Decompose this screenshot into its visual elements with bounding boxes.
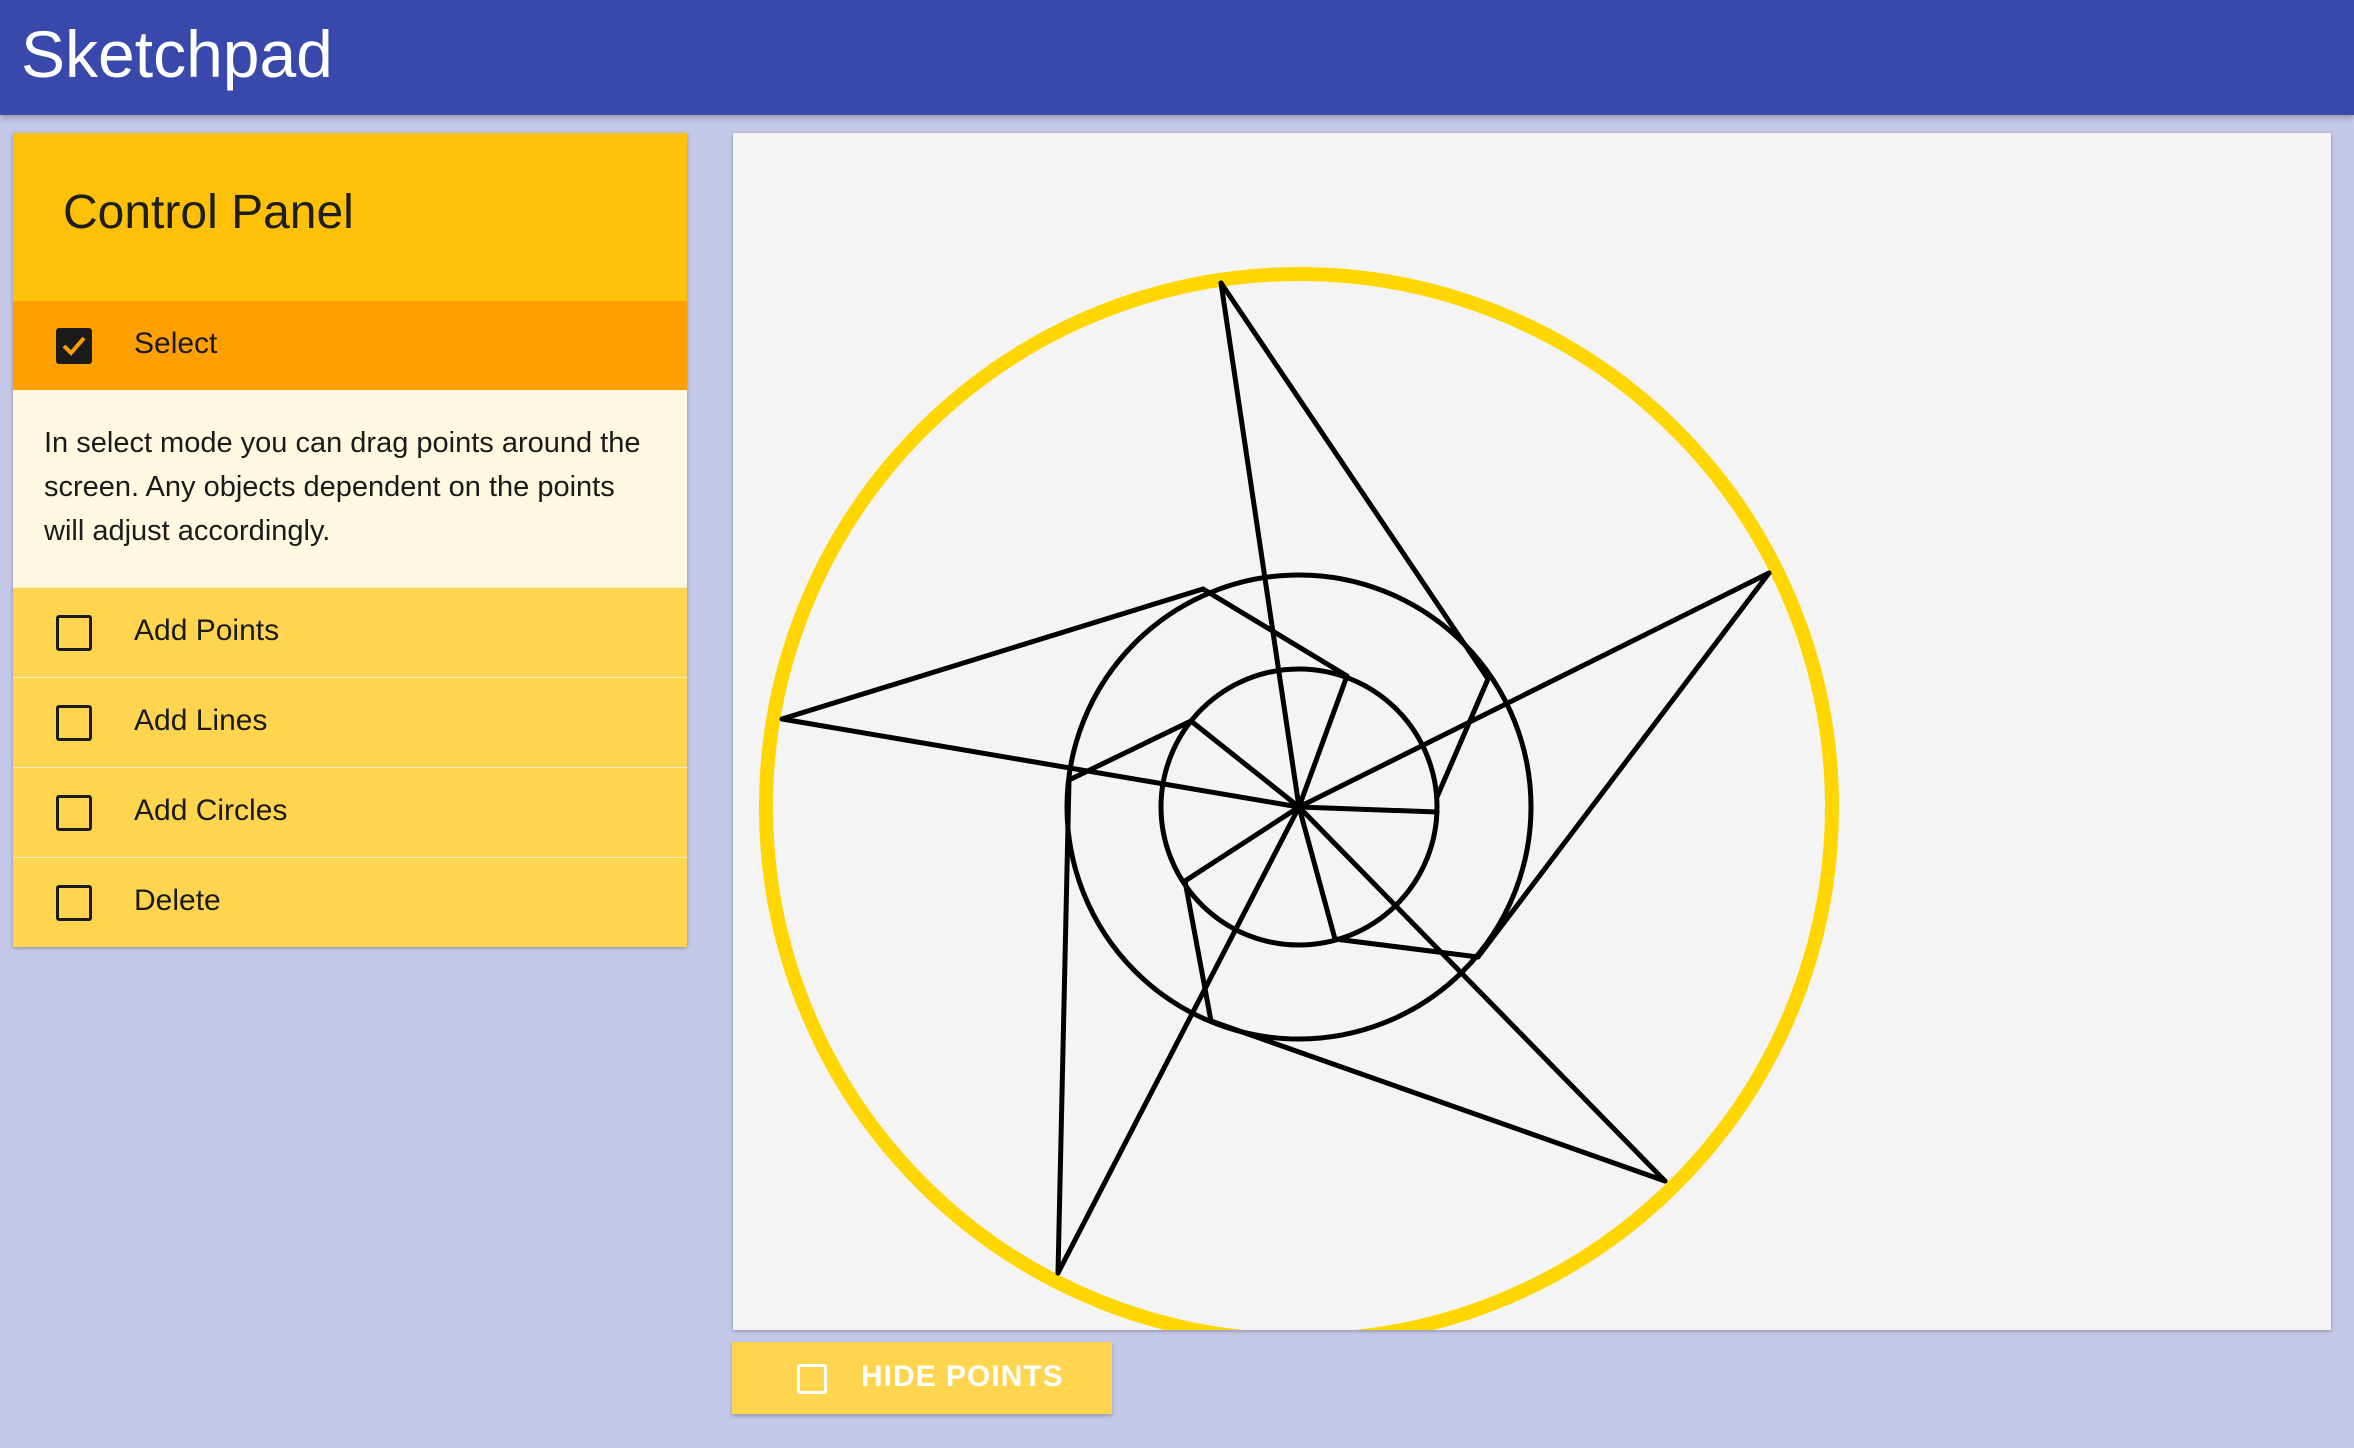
line[interactable] (1055, 777, 1072, 1276)
drawing-canvas[interactable] (733, 133, 2331, 1330)
mode-description: In select mode you can drag points aroun… (13, 390, 687, 587)
checkmark-icon (62, 336, 86, 356)
line[interactable] (1296, 804, 1668, 1184)
mode-delete[interactable]: Delete (13, 857, 687, 947)
add-circles-checkbox[interactable] (56, 795, 92, 831)
add-lines-checkbox[interactable] (56, 705, 92, 741)
control-panel: Control Panel Select In select mode you … (13, 133, 687, 947)
hide-points-label: HIDE POINTS (861, 1360, 1064, 1393)
line[interactable] (1434, 676, 1491, 800)
hide-points-checkbox[interactable] (797, 1364, 827, 1394)
line[interactable] (779, 586, 1206, 722)
hide-points-button[interactable]: HIDE POINTS (732, 1342, 1112, 1414)
mode-add-points-label: Add Points (134, 614, 280, 647)
line[interactable] (1208, 1018, 1668, 1184)
mode-select[interactable]: Select (13, 301, 687, 390)
line[interactable] (1200, 586, 1350, 679)
mode-select-label: Select (134, 327, 218, 360)
line[interactable] (1332, 936, 1481, 960)
add-points-checkbox[interactable] (56, 615, 92, 651)
line[interactable] (1475, 570, 1772, 960)
app-title: Sketchpad (21, 17, 333, 91)
line[interactable] (1296, 804, 1440, 815)
sketch-svg[interactable] (733, 133, 2331, 1330)
mode-add-lines[interactable]: Add Lines (13, 677, 687, 767)
line[interactable] (779, 716, 1302, 810)
mode-delete-label: Delete (134, 884, 221, 917)
mode-add-points[interactable]: Add Points (13, 587, 687, 677)
line[interactable] (1218, 280, 1302, 810)
mode-add-circles[interactable]: Add Circles (13, 767, 687, 857)
line[interactable] (1218, 280, 1491, 682)
control-panel-title: Control Panel (63, 186, 354, 239)
select-checkbox[interactable] (56, 328, 92, 364)
mode-add-lines-label: Add Lines (134, 704, 268, 737)
control-panel-header: Control Panel (13, 133, 687, 301)
mode-add-circles-label: Add Circles (134, 794, 288, 827)
app-bar: Sketchpad (0, 0, 2354, 115)
delete-checkbox[interactable] (56, 885, 92, 921)
line[interactable] (1188, 718, 1302, 810)
